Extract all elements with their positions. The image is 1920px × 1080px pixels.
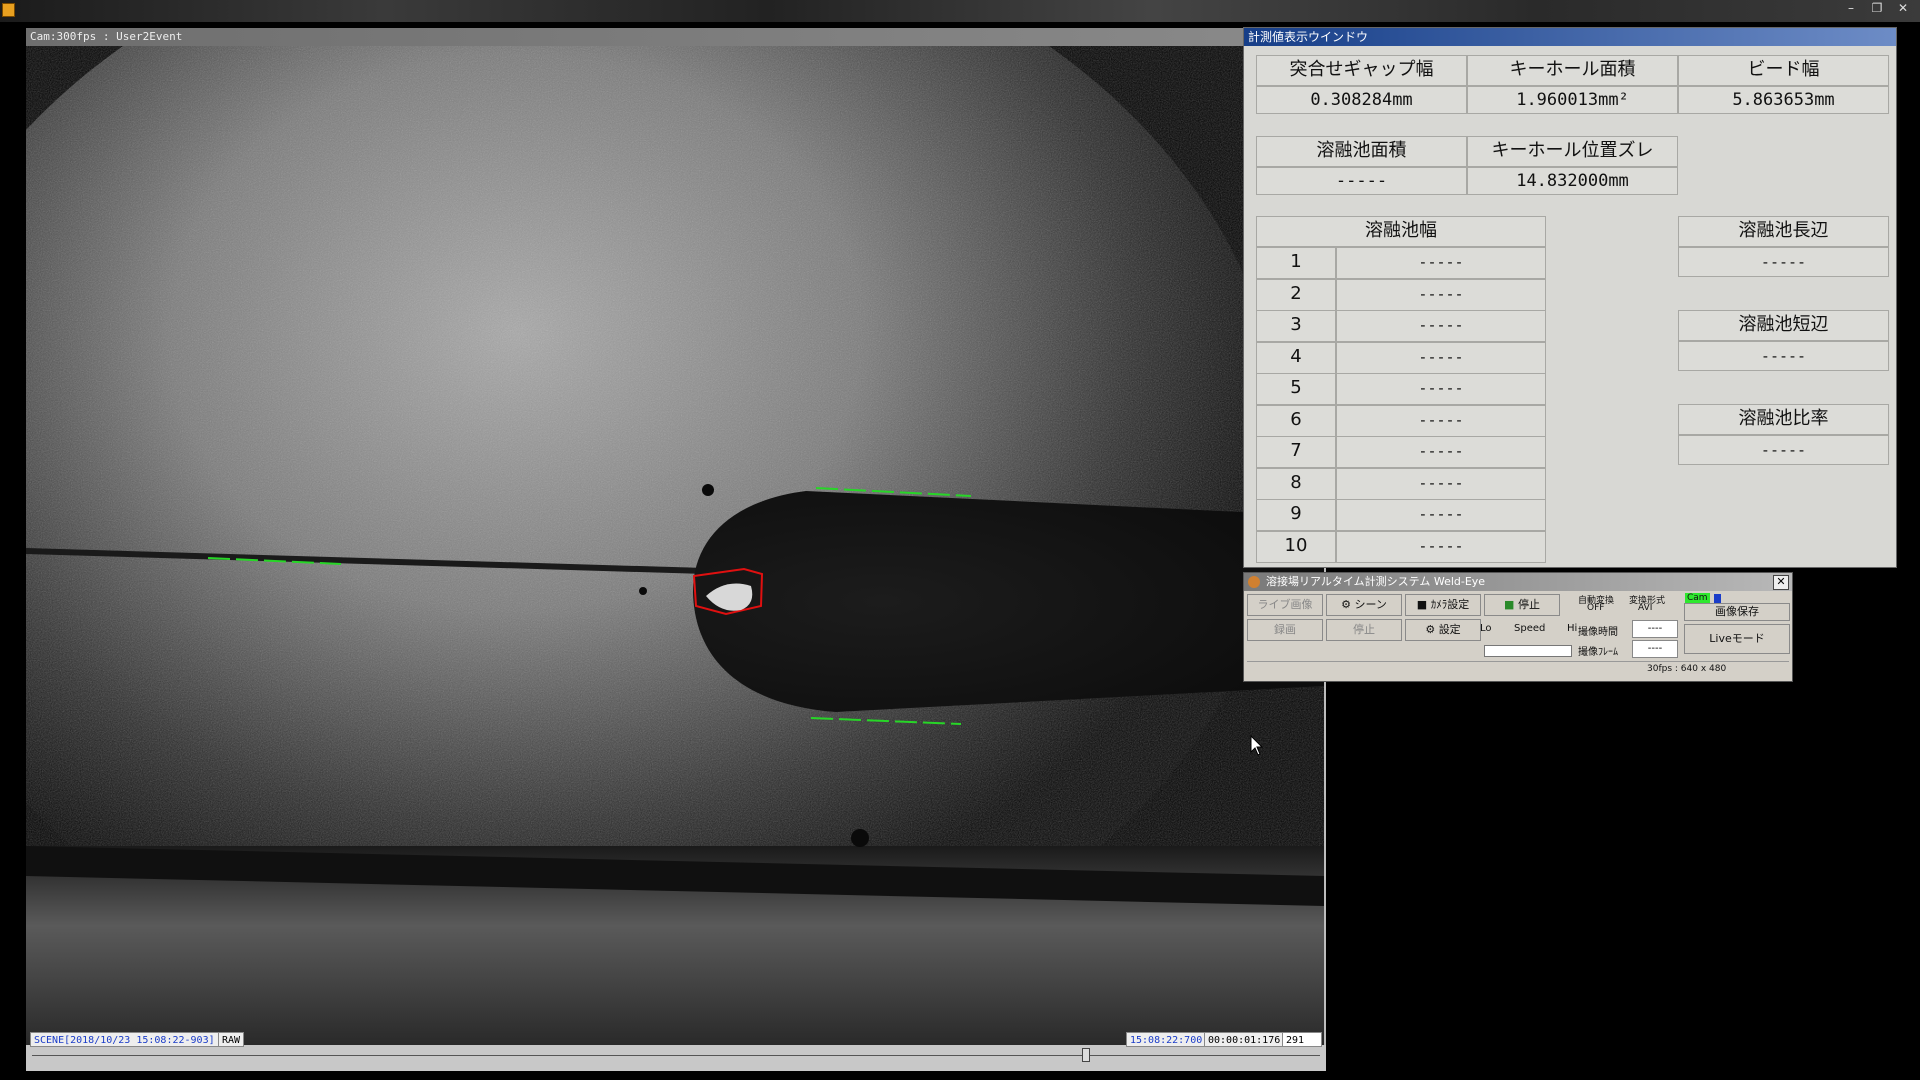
control-window-title: 溶接場リアルタイム計測システム Weld-Eye ✕ — [1244, 573, 1792, 591]
save-image-button[interactable]: 画像保存 — [1684, 603, 1790, 621]
speed-label: Speed — [1514, 623, 1546, 634]
desktop-top-bar: – ❐ ✕ — [0, 0, 1920, 22]
camera-view[interactable] — [26, 46, 1324, 1045]
frame-number-field[interactable]: 291 — [1282, 1032, 1322, 1047]
camera-window-title: Cam:300fps : User2Event — [26, 28, 1326, 46]
settings-button-label: 設定 — [1438, 623, 1461, 636]
butt-gap-width-value: 0.308284mm — [1256, 86, 1467, 114]
capture-frame-value: ---- — [1632, 640, 1678, 658]
stop-icon: ■ — [1504, 598, 1515, 611]
close-icon[interactable]: ✕ — [1892, 0, 1914, 16]
measurement-window-title: 計測値表示ウインドウ — [1244, 28, 1896, 46]
timeline-track — [32, 1055, 1320, 1056]
gear-icon: ⚙ — [1341, 598, 1351, 611]
stop-live-button[interactable]: ■ 停止 — [1484, 594, 1560, 616]
melt-pool-area-value: ----- — [1256, 167, 1467, 195]
width-row-value: ----- — [1336, 310, 1546, 342]
control-window-title-text: 溶接場リアルタイム計測システム Weld-Eye — [1266, 575, 1486, 588]
control-window: 溶接場リアルタイム計測システム Weld-Eye ✕ ライブ画像 ⚙ シーン ■… — [1243, 572, 1793, 682]
scene-button[interactable]: ⚙ シーン — [1326, 594, 1402, 616]
width-row-number: 6 — [1256, 404, 1336, 437]
width-row-value: ----- — [1336, 373, 1546, 405]
melt-pool-area-header: 溶融池面積 — [1256, 136, 1467, 167]
scene-label: SCENE[2018/10/23 15:08:22-903] — [30, 1032, 219, 1047]
bead-width-header: ビード幅 — [1678, 55, 1889, 86]
app-icon[interactable] — [2, 3, 15, 17]
auto-convert-value[interactable]: OFF — [1587, 603, 1604, 613]
stop-live-button-label: 停止 — [1517, 598, 1540, 611]
width-row-value: ----- — [1336, 467, 1546, 500]
melt-pool-short-side-header: 溶融池短辺 — [1678, 310, 1889, 341]
window-controls: – ❐ ✕ — [1840, 0, 1914, 16]
capture-time-value: ---- — [1632, 620, 1678, 638]
elapsed-time: 00:00:01:176 — [1204, 1032, 1285, 1047]
width-row-number: 8 — [1256, 467, 1336, 500]
melt-pool-long-side-value: ----- — [1678, 247, 1889, 277]
melt-pool-short-side-value: ----- — [1678, 341, 1889, 371]
fps-resolution-status: 30fps : 640 x 480 — [1647, 664, 1727, 674]
scene-button-label: シーン — [1354, 598, 1387, 611]
width-row-value: ----- — [1336, 247, 1546, 279]
camera-status-bar: SCENE[2018/10/23 15:08:22-903] RAW 15:08… — [26, 1032, 1326, 1071]
timeline-slider[interactable] — [32, 1047, 1320, 1062]
convert-format-value[interactable]: AVI — [1638, 603, 1652, 613]
keyhole-offset-value: 14.832000mm — [1467, 167, 1678, 195]
speed-lo-label: Lo — [1480, 623, 1492, 634]
camera-settings-button[interactable]: ■ ｶﾒﾗ設定 — [1405, 594, 1481, 616]
settings-button[interactable]: ⚙ 設定 — [1405, 619, 1481, 641]
width-row-number: 5 — [1256, 373, 1336, 405]
minimize-icon[interactable]: – — [1840, 0, 1862, 16]
capture-frame-label: 撮像ﾌﾚｰﾑ — [1578, 647, 1618, 658]
timeline-thumb[interactable] — [1081, 1048, 1090, 1062]
cam-indicator: Cam — [1685, 593, 1710, 603]
width-row-number: 4 — [1256, 341, 1336, 374]
control-status-bar: 30fps : 640 x 480 — [1247, 661, 1789, 678]
melt-pool-ratio-value: ----- — [1678, 435, 1889, 465]
width-row-value: ----- — [1336, 530, 1546, 563]
width-row-number: 1 — [1256, 247, 1336, 279]
butt-gap-width-header: 突合せギャップ幅 — [1256, 55, 1467, 86]
width-row-value: ----- — [1336, 404, 1546, 437]
current-time: 15:08:22:700 — [1126, 1032, 1207, 1047]
melt-pool-width-header: 溶融池幅 — [1256, 216, 1546, 247]
measurement-window: 計測値表示ウインドウ 突合せギャップ幅 キーホール面積 ビード幅 0.30828… — [1243, 27, 1897, 568]
keyhole-area-value: 1.960013mm² — [1467, 86, 1678, 114]
gear-icon: ⚙ — [1425, 623, 1436, 636]
width-row-number: 10 — [1256, 530, 1336, 563]
width-row-number: 7 — [1256, 436, 1336, 468]
speed-hi-label: Hi — [1567, 623, 1578, 634]
keyhole-offset-header: キーホール位置ズレ — [1467, 136, 1678, 167]
live-mode-button[interactable]: Liveモード — [1684, 624, 1790, 654]
width-row-value: ----- — [1336, 499, 1546, 531]
melt-pool-ratio-header: 溶融池比率 — [1678, 404, 1889, 435]
keyhole-area-header: キーホール面積 — [1467, 55, 1678, 86]
close-icon[interactable]: ✕ — [1773, 575, 1789, 590]
melt-pool-long-side-header: 溶融池長辺 — [1678, 216, 1889, 247]
blue-indicator — [1714, 594, 1721, 603]
camera-settings-button-label: ｶﾒﾗ設定 — [1430, 598, 1470, 611]
camera-window: Cam:300fps : User2Event SCENE[2018/10/23… — [26, 28, 1326, 1071]
live-image-button[interactable]: ライブ画像 — [1247, 594, 1323, 616]
width-row-number: 2 — [1256, 278, 1336, 311]
width-row-value: ----- — [1336, 341, 1546, 374]
width-row-number: 9 — [1256, 499, 1336, 531]
raw-mode-label: RAW — [218, 1032, 245, 1047]
maximize-icon[interactable]: ❐ — [1866, 0, 1888, 16]
weld-camera-image — [26, 46, 1324, 1045]
weld-eye-logo-icon — [1248, 576, 1260, 588]
speed-slider[interactable] — [1484, 645, 1572, 657]
mouse-cursor-icon — [1250, 735, 1264, 756]
stop-button[interactable]: 停止 — [1326, 619, 1402, 641]
width-row-value: ----- — [1336, 436, 1546, 468]
camera-icon: ■ — [1416, 598, 1428, 611]
record-button[interactable]: 録画 — [1247, 619, 1323, 641]
bead-width-value: 5.863653mm — [1678, 86, 1889, 114]
width-row-value: ----- — [1336, 278, 1546, 311]
width-row-number: 3 — [1256, 310, 1336, 342]
capture-time-label: 撮像時間 — [1578, 627, 1618, 638]
